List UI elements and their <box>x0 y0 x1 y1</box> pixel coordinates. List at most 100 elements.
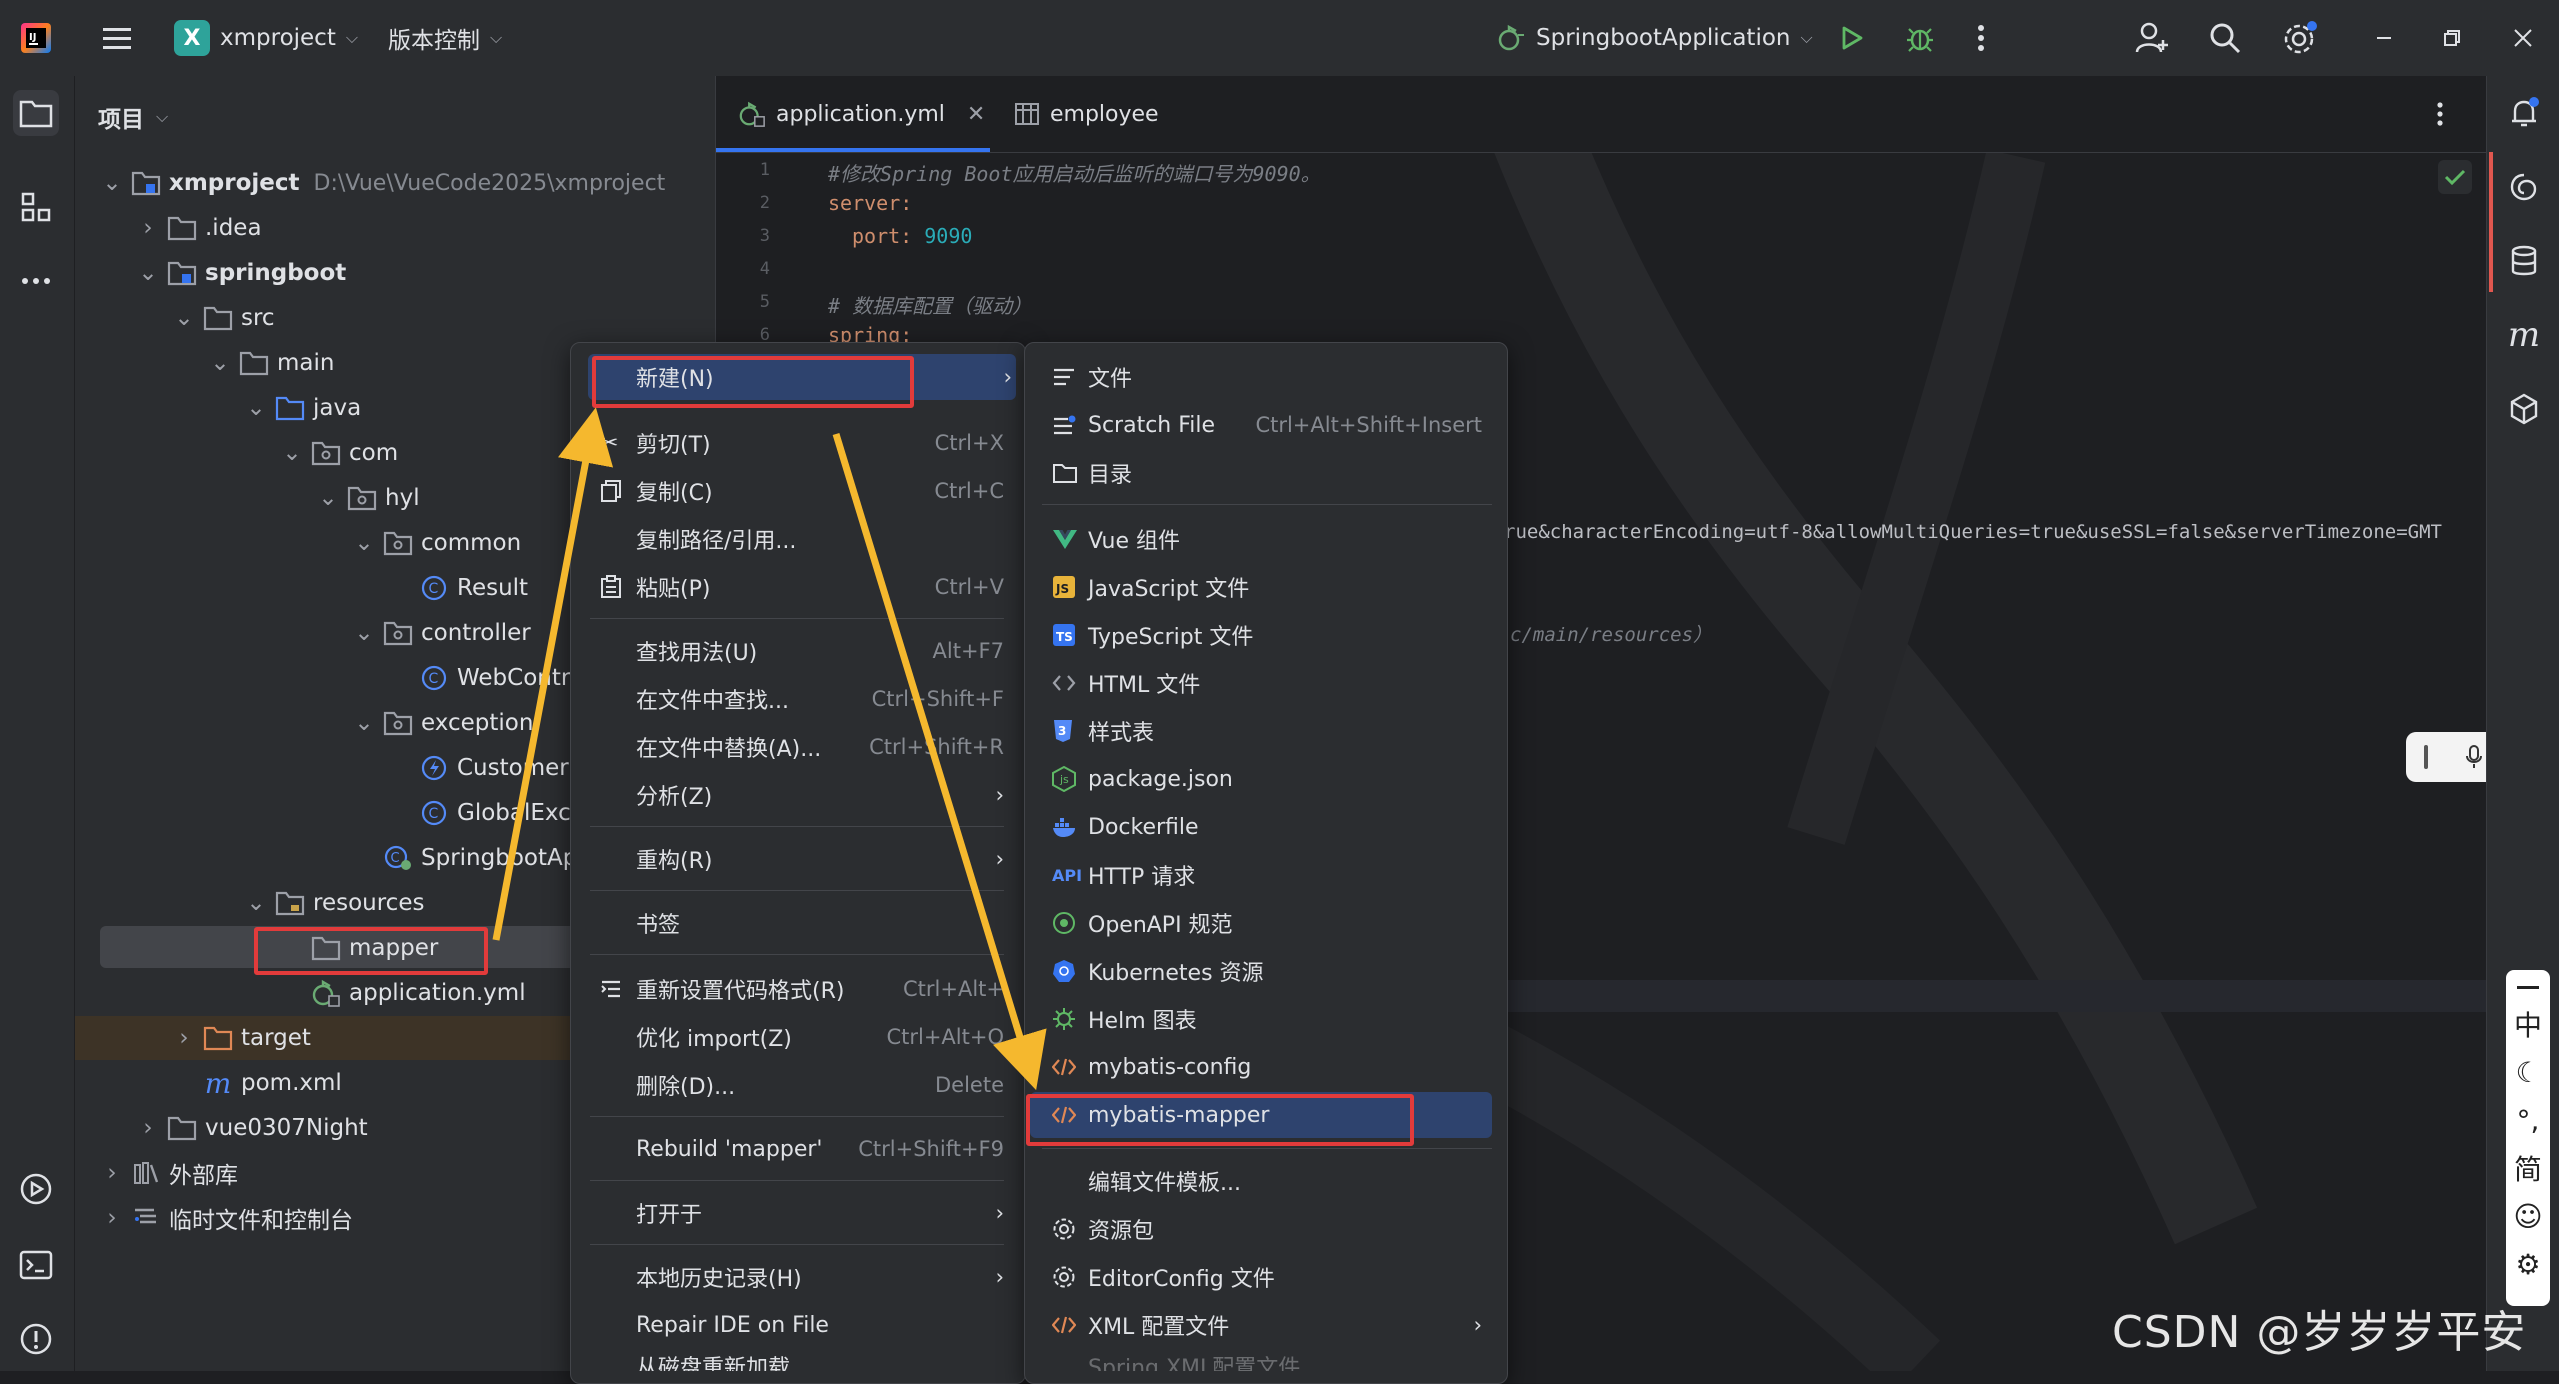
structure-tool-icon[interactable] <box>13 184 59 230</box>
search-icon[interactable] <box>2208 0 2242 76</box>
menu-item-paste[interactable]: 粘贴(P) Ctrl+V <box>601 564 1004 610</box>
menu-item-reload-from-disk[interactable]: ⟳ 从磁盘重新加载 <box>636 1350 1004 1371</box>
maven-icon[interactable]: m <box>2501 312 2547 358</box>
menu-item-cut[interactable]: ✂ 剪切(T) Ctrl+X <box>600 420 1004 466</box>
code-url-tail[interactable]: rue&characterEncoding=utf-8&allowMultiQu… <box>1504 521 2442 543</box>
new-javascript-file[interactable]: JS JavaScript 文件 <box>1052 564 1482 610</box>
tree-item-xmproject[interactable]: ⌄ xmproject D:\Vue\VueCode2025\xmproject <box>75 161 739 205</box>
add-user-icon[interactable] <box>2134 0 2170 76</box>
microphone-icon[interactable] <box>2464 744 2484 770</box>
menu-item-reformat[interactable]: 重新设置代码格式(R) Ctrl+Alt+ <box>601 966 1004 1012</box>
ai-assistant-icon[interactable] <box>2501 164 2547 210</box>
new-file[interactable]: 文件 <box>1052 354 1482 400</box>
run-config-selector[interactable]: SpringbootApplication ⌵ <box>1496 0 1813 76</box>
chevron-right-icon[interactable]: › <box>171 1025 197 1051</box>
chevron-right-icon[interactable]: › <box>135 1115 161 1141</box>
menu-item-copy-path[interactable]: 复制路径/引用... <box>636 516 1004 562</box>
ime-simplified[interactable]: 简 <box>2514 1144 2542 1192</box>
tree-item-springboot[interactable]: ⌄ springboot <box>75 251 775 295</box>
problems-tool-icon[interactable] <box>13 1316 59 1362</box>
tab-employee[interactable]: employee <box>1014 76 1159 152</box>
edit-file-templates[interactable]: 编辑文件模板... <box>1052 1158 1482 1204</box>
tab-application-yml[interactable]: application.yml ✕ <box>738 76 985 152</box>
more-tools-icon[interactable] <box>13 258 59 304</box>
terminal-tool-icon[interactable] <box>13 1242 59 1288</box>
run-icon[interactable] <box>1836 0 1866 76</box>
chevron-down-icon[interactable]: ⌄ <box>351 620 377 646</box>
new-editorconfig[interactable]: EditorConfig 文件 <box>1052 1254 1482 1300</box>
new-kubernetes[interactable]: Kubernetes 资源 <box>1052 948 1482 994</box>
more-vertical-icon[interactable] <box>1976 0 1986 76</box>
tree-item-src[interactable]: ⌄ src <box>75 296 811 340</box>
code-line-3[interactable]: port: 9090 <box>852 224 972 248</box>
new-directory[interactable]: 目录 <box>1052 450 1482 496</box>
project-tool-icon[interactable] <box>13 90 59 136</box>
database-icon[interactable] <box>2501 238 2547 284</box>
chevron-right-icon[interactable]: › <box>99 1160 125 1186</box>
new-scratch-file[interactable]: Scratch File Ctrl+Alt+Shift+Insert <box>1052 402 1482 448</box>
ime-emoji-icon[interactable]: ☺ <box>2513 1192 2542 1240</box>
new-stylesheet[interactable]: 3 样式表 <box>1052 708 1482 754</box>
services-tool-icon[interactable] <box>13 1166 59 1212</box>
tree-item-idea[interactable]: › .idea <box>75 206 775 250</box>
chevron-down-icon[interactable]: ⌄ <box>315 485 341 511</box>
app-logo-icon[interactable]: IJ <box>20 0 52 76</box>
chevron-down-icon[interactable]: ⌄ <box>351 710 377 736</box>
code-comment-tail[interactable]: c/main/resources） <box>1510 620 1712 647</box>
project-selector[interactable]: X xmproject ⌵ <box>174 0 358 76</box>
menu-item-open-in[interactable]: 打开于 › <box>636 1190 1004 1236</box>
chevron-down-icon[interactable]: ⌄ <box>351 530 377 556</box>
menu-item-replace-in-files[interactable]: 在文件中替换(A)... Ctrl+Shift+R <box>636 724 1004 770</box>
vcs-menu[interactable]: 版本控制 ⌵ <box>388 0 502 76</box>
menu-item-repair-ide[interactable]: Repair IDE on File <box>636 1302 1004 1348</box>
chevron-down-icon[interactable]: ⌄ <box>207 350 233 376</box>
menu-item-find-usages[interactable]: 查找用法(U) Alt+F7 <box>636 628 1004 674</box>
menu-item-find-in-files[interactable]: 在文件中查找... Ctrl+Shift+F <box>636 676 1004 722</box>
chevron-right-icon[interactable]: › <box>135 215 161 241</box>
debug-icon[interactable] <box>1904 0 1936 76</box>
menu-item-delete[interactable]: 删除(D)... Delete <box>636 1062 1004 1108</box>
new-helm-chart[interactable]: Helm 图表 <box>1052 996 1482 1042</box>
new-mybatis-config[interactable]: mybatis-config <box>1052 1044 1482 1090</box>
chevron-down-icon[interactable]: ⌄ <box>243 395 269 421</box>
inspection-ok-icon[interactable] <box>2438 160 2472 194</box>
chevron-right-icon[interactable]: › <box>99 1205 125 1231</box>
code-line-1[interactable]: #修改Spring Boot应用启动后监听的端口号为9090。 <box>828 158 1321 187</box>
restore-icon[interactable] <box>2442 0 2462 76</box>
project-panel-header[interactable]: 项目 ⌵ <box>98 100 168 134</box>
ime-punctuation-icon[interactable]: °, <box>2517 1096 2540 1144</box>
menu-item-copy[interactable]: 复制(C) Ctrl+C <box>601 468 1004 514</box>
ime-mode-chinese[interactable]: 中 <box>2514 1000 2542 1048</box>
more-vertical-icon[interactable] <box>2436 76 2444 152</box>
ime-collapse-icon[interactable] <box>2517 976 2539 1000</box>
notifications-icon[interactable] <box>2501 90 2547 136</box>
new-html-file[interactable]: HTML 文件 <box>1052 660 1482 706</box>
hamburger-menu-icon[interactable] <box>100 0 134 76</box>
code-line-2[interactable]: server: <box>828 191 912 215</box>
close-tab-icon[interactable]: ✕ <box>967 102 985 127</box>
ime-settings-icon[interactable]: ⚙ <box>2515 1240 2540 1288</box>
new-openapi[interactable]: OpenAPI 规范 <box>1052 900 1482 946</box>
new-dockerfile[interactable]: Dockerfile <box>1052 804 1482 850</box>
new-package-json[interactable]: js package.json <box>1052 756 1482 802</box>
menu-item-analyze[interactable]: 分析(Z) › <box>636 772 1004 818</box>
menu-item-refactor[interactable]: 重构(R) › <box>636 836 1004 882</box>
new-xml-config[interactable]: XML 配置文件 › <box>1052 1302 1482 1348</box>
new-spring-xml-config[interactable]: Spring XML配置文件 <box>1052 1350 1482 1371</box>
code-line-5[interactable]: # 数据库配置（驱动） <box>828 290 1032 319</box>
minimize-icon[interactable] <box>2374 0 2394 76</box>
chevron-down-icon[interactable]: ⌄ <box>135 260 161 286</box>
menu-item-local-history[interactable]: 本地历史记录(H) › <box>636 1254 1004 1300</box>
menu-item-optimize-imports[interactable]: 优化 import(Z) Ctrl+Alt+O <box>636 1014 1004 1060</box>
new-typescript-file[interactable]: TS TypeScript 文件 <box>1052 612 1482 658</box>
new-vue-component[interactable]: Vue 组件 <box>1052 516 1482 562</box>
new-resource-bundle[interactable]: 资源包 <box>1052 1206 1482 1252</box>
menu-item-rebuild[interactable]: Rebuild 'mapper' Ctrl+Shift+F9 <box>636 1126 1004 1172</box>
chevron-down-icon[interactable]: ⌄ <box>99 170 125 196</box>
plugin-icon[interactable] <box>2501 386 2547 432</box>
settings-icon[interactable] <box>2282 0 2318 76</box>
new-http-request[interactable]: API HTTP 请求 <box>1052 852 1482 898</box>
close-icon[interactable] <box>2512 0 2534 76</box>
drag-handle-icon[interactable] <box>2424 745 2429 769</box>
ime-moon-icon[interactable]: ☾ <box>2515 1048 2540 1096</box>
